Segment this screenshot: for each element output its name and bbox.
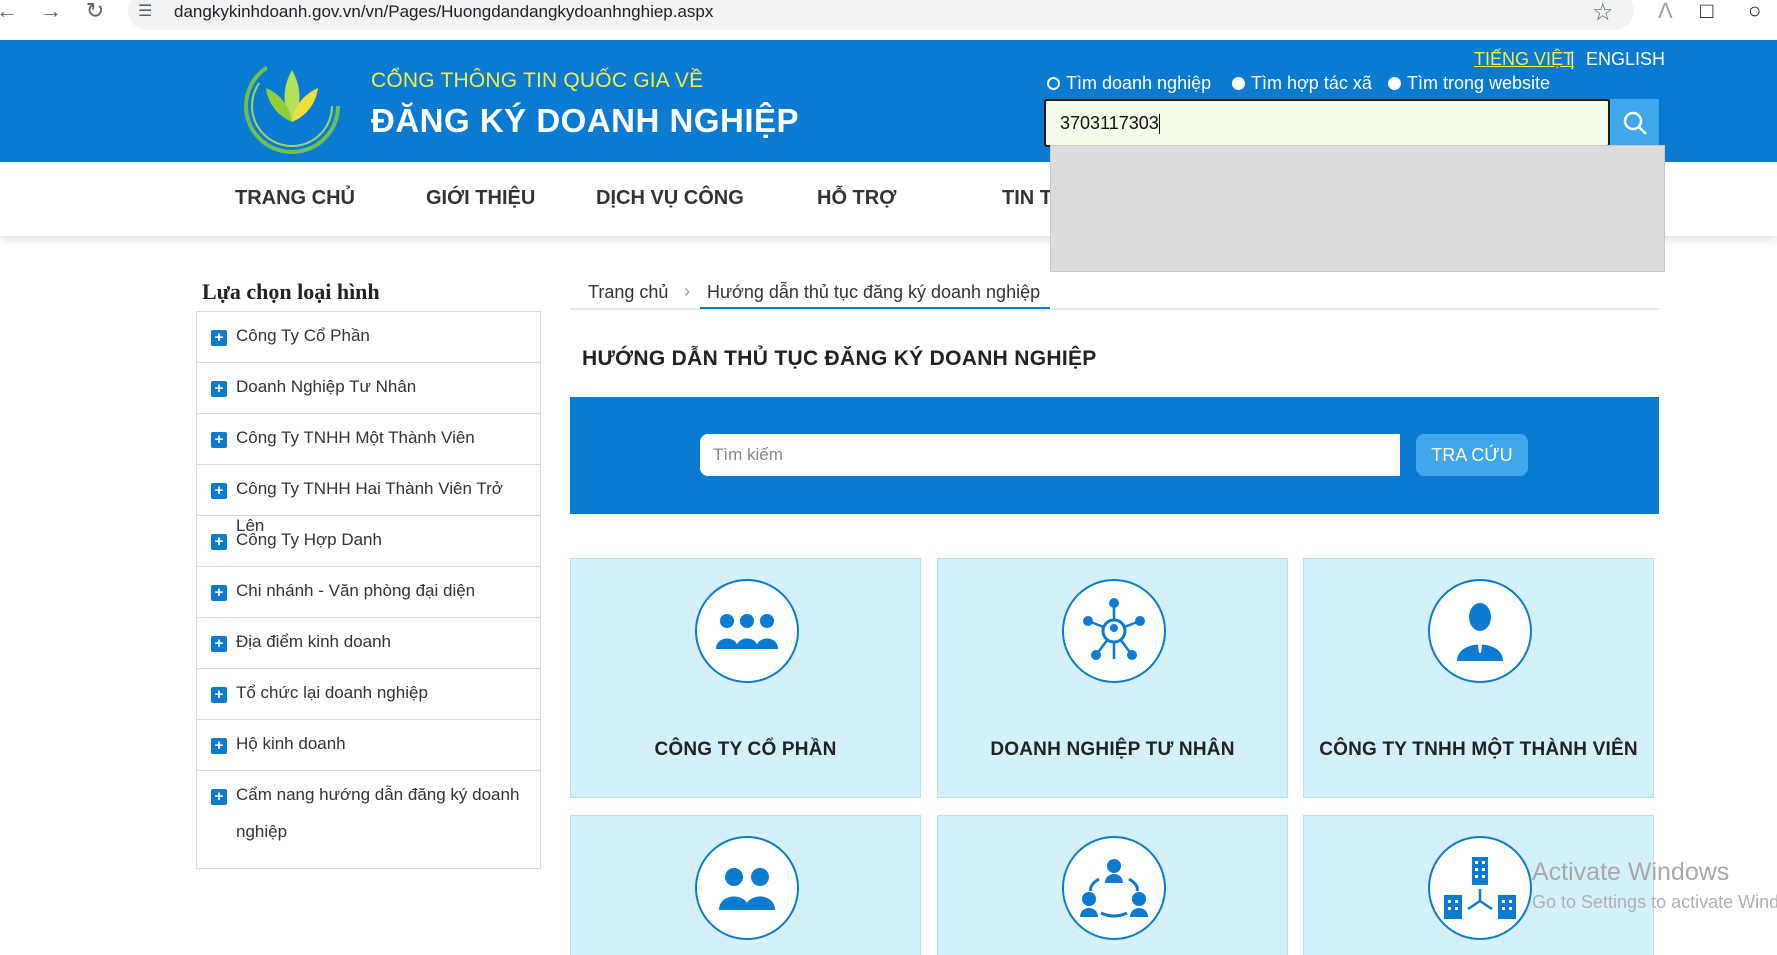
card-label: DOANH NGHIỆP TƯ NHÂN [990,739,1235,760]
breadcrumb-separator: › [684,281,690,301]
card-icon-circle [695,579,799,683]
plus-icon[interactable]: + [211,738,227,754]
sidebar-item-branch[interactable]: + Chi nhánh - Văn phòng đại diện [197,567,540,618]
back-icon[interactable]: ← [0,0,22,26]
plus-icon[interactable]: + [211,534,227,550]
lookup-search-input[interactable]: Tìm kiếm [700,434,1400,476]
card-icon-circle [1062,836,1166,940]
breadcrumb: Trang chủ › Hướng dẫn thủ tục đăng ký do… [570,278,1659,310]
site-settings-icon[interactable]: ☰ [138,1,152,21]
branch-buildings-icon [1444,857,1516,919]
breadcrumb-current: Hướng dẫn thủ tục đăng ký doanh nghiệp [707,282,1041,302]
radio-search-cooperative[interactable]: Tìm hợp tác xã [1232,73,1372,94]
card-label: CÔNG TY CỔ PHẦN [654,739,837,760]
radio-unchecked-icon[interactable] [1047,77,1060,90]
radio-dot-icon[interactable] [1232,77,1245,90]
card-two-member[interactable] [570,815,921,955]
page-title: HƯỚNG DẪN THỦ TỤC ĐĂNG KÝ DOANH NGHIỆP [582,347,1097,370]
search-icon [1623,111,1647,135]
group-of-people-icon [716,614,778,649]
card-label: CÔNG TY TNHH MỘT THÀNH VIÊN [1319,739,1638,760]
sidebar-item-llc-multi-member[interactable]: + Công Ty TNHH Hai Thành Viên Trở Lên [197,465,540,535]
search-autocomplete-dropdown[interactable] [1050,145,1665,272]
sidebar-item-label: Công Ty Cổ Phần [236,326,370,345]
sidebar-item-llc-one-member[interactable]: + Công Ty TNHH Một Thành Viên [197,414,540,465]
puzzle-icon[interactable]: □ [1700,0,1713,24]
radio-search-website[interactable]: Tìm trong website [1388,73,1550,94]
card-llc-one-member[interactable]: CÔNG TY TNHH MỘT THÀNH VIÊN [1303,558,1654,798]
lookup-search-button[interactable]: TRA CỨU [1416,434,1528,476]
plus-icon[interactable]: + [211,687,227,703]
reload-icon[interactable]: ↻ [80,0,110,26]
plus-icon[interactable]: + [211,330,227,346]
plus-icon[interactable]: + [211,585,227,601]
browser-toolbar: ← → ↻ ☰ dangkykinhdoanh.gov.vn/vn/Pages/… [0,0,1777,40]
plus-icon[interactable]: + [211,636,227,652]
header-search-button[interactable] [1610,99,1659,146]
radio-label: Tìm doanh nghiệp [1066,73,1212,93]
lang-english-link[interactable]: ENGLISH [1586,49,1665,70]
sidebar-item-label: Hộ kinh doanh [236,734,346,753]
bookmark-star-icon[interactable]: ☆ [1592,0,1614,27]
nav-item-news[interactable]: TIN T [1002,187,1052,210]
profile-icon[interactable]: ○ [1748,0,1761,24]
two-people-icon [719,868,775,910]
breadcrumb-home-link[interactable]: Trang chủ [588,282,668,303]
card-partnership[interactable] [937,815,1288,955]
sidebar-item-label: Tổ chức lại doanh nghiệp [236,683,428,702]
forward-icon[interactable]: → [36,0,66,26]
sidebar-item-reorganization[interactable]: + Tổ chức lại doanh nghiệp [197,669,540,720]
radio-label: Tìm hợp tác xã [1251,73,1372,93]
sidebar-item-label: Công Ty Hợp Danh [236,530,382,549]
plus-icon[interactable]: + [211,483,227,499]
lang-vietnamese-link[interactable]: TIẾNG VIỆT [1474,49,1574,70]
nav-item-about[interactable]: GIỚI THIỆU [426,187,535,210]
card-icon-circle [695,836,799,940]
radio-label: Tìm trong website [1407,73,1551,93]
lang-separator: | [1570,49,1575,69]
nav-item-public-services[interactable]: DỊCH VỤ CÔNG [596,187,744,210]
sidebar-item-business-location[interactable]: + Địa điểm kinh doanh [197,618,540,669]
card-icon-circle [1428,579,1532,683]
radio-search-business[interactable]: Tìm doanh nghiệp [1047,73,1211,94]
card-private-enterprise[interactable]: DOANH NGHIỆP TƯ NHÂN [937,558,1288,798]
url-text[interactable]: dangkykinhdoanh.gov.vn/vn/Pages/Huongdan… [174,2,713,22]
sidebar-item-label: Công Ty TNHH Một Thành Viên [236,428,475,447]
sidebar-item-joint-stock[interactable]: + Công Ty Cổ Phần [197,312,540,363]
activate-windows-hint: Go to Settings to activate Wind [1532,892,1777,912]
text-cursor [1158,114,1160,135]
card-icon-circle [1062,579,1166,683]
card-icon-circle [1428,836,1532,940]
header-search-value: 3703117303 [1060,113,1159,133]
site-subtitle: CỔNG THÔNG TIN QUỐC GIA VỀ [371,69,704,92]
plus-icon[interactable]: + [211,432,227,448]
activate-windows-watermark: Activate Windows [1532,858,1730,886]
sidebar-list: + Công Ty Cổ Phần + Doanh Nghiệp Tư Nhân +… [196,311,541,869]
sidebar-item-handbook[interactable]: + Cẩm nang hướng dẫn đăng ký doanh nghiệp [197,771,540,868]
sidebar-item-label: Địa điểm kinh doanh [236,632,391,651]
nav-item-home[interactable]: TRANG CHỦ [235,187,355,210]
radio-dot-icon[interactable] [1388,77,1401,90]
lookup-search-panel: Tìm kiếm TRA CỨU [570,397,1659,514]
extension-icon[interactable]: Λ [1658,0,1673,24]
breadcrumb-underline [700,307,1050,309]
plus-icon[interactable]: + [211,381,227,397]
sidebar-item-household[interactable]: + Hộ kinh doanh [197,720,540,771]
nav-item-support[interactable]: HỖ TRỢ [817,187,896,210]
sidebar-item-label: Chi nhánh - Văn phòng đại diện [236,581,476,600]
sidebar-item-label: Doanh Nghiệp Tư Nhân [236,377,417,396]
partnership-cycle-icon [1080,859,1148,918]
site-title[interactable]: ĐĂNG KÝ DOANH NGHIỆP [371,102,799,140]
sidebar-title: Lựa chọn loại hình [202,279,380,304]
single-person-icon [1457,603,1503,661]
sidebar-item-private[interactable]: + Doanh Nghiệp Tư Nhân [197,363,540,414]
network-person-icon [1083,598,1145,660]
header-search-input[interactable]: 3703117303 [1044,99,1610,147]
plus-icon[interactable]: + [211,789,227,805]
logo-icon[interactable] [238,50,346,158]
sidebar-item-label: Cẩm nang hướng dẫn đăng ký doanh nghiệp [236,785,520,841]
card-joint-stock[interactable]: CÔNG TY CỔ PHẦN [570,558,921,798]
